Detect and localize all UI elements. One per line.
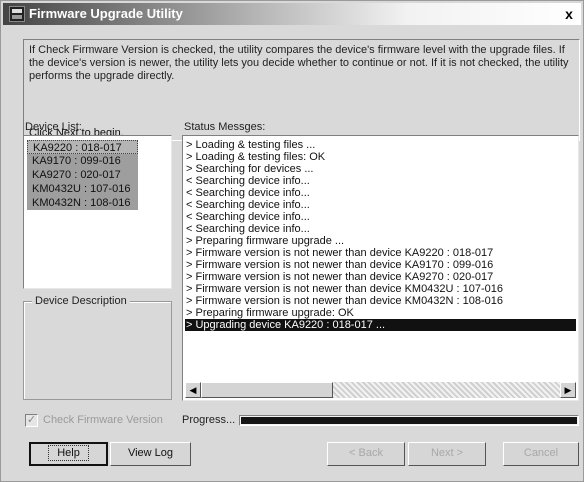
device-list-item[interactable]: KM0432N : 108-016	[27, 196, 138, 210]
horizontal-scrollbar[interactable]: ◀ ▶	[185, 382, 576, 398]
status-message-line[interactable]: > Upgrading device KA9220 : 018-017 ...	[185, 319, 576, 331]
device-list-item[interactable]: KA9220 : 018-017	[27, 140, 138, 154]
status-message-line[interactable]: > Firmware version is not newer than dev…	[185, 295, 576, 307]
status-message-line[interactable]: > Firmware version is not newer than dev…	[185, 259, 576, 271]
device-list-item[interactable]: KA9170 : 099-016	[27, 154, 138, 168]
next-button[interactable]: Next >	[408, 442, 486, 466]
close-button[interactable]: x	[561, 6, 577, 22]
status-message-line[interactable]: > Searching for devices ...	[185, 163, 576, 175]
status-message-line[interactable]: < Searching device info...	[185, 187, 576, 199]
status-message-line[interactable]: < Searching device info...	[185, 175, 576, 187]
device-description-group: Device Description	[23, 295, 172, 400]
status-message-line[interactable]: > Firmware version is not newer than dev…	[185, 247, 576, 259]
info-text: If Check Firmware Version is checked, th…	[29, 44, 569, 82]
firmware-upgrade-window: Firmware Upgrade Utility x If Check Firm…	[0, 0, 584, 482]
status-message-line[interactable]: > Firmware version is not newer than dev…	[185, 271, 576, 283]
help-button-label: Help	[48, 445, 89, 461]
scroll-right-icon[interactable]: ▶	[560, 382, 576, 398]
progress-bar	[239, 415, 579, 426]
device-description-label: Device Description	[32, 295, 130, 307]
check-firmware-version-checkbox: ✓	[25, 414, 38, 427]
cancel-button[interactable]: Cancel	[503, 442, 579, 466]
status-message-line[interactable]: > Loading & testing files: OK	[185, 151, 576, 163]
check-firmware-version-label: Check Firmware Version	[43, 414, 163, 426]
status-message-line[interactable]: > Preparing firmware upgrade ...	[185, 235, 576, 247]
window-title: Firmware Upgrade Utility	[29, 6, 183, 21]
status-message-line[interactable]: > Firmware version is not newer than dev…	[185, 283, 576, 295]
title-bar: Firmware Upgrade Utility x	[3, 3, 581, 25]
device-list-item[interactable]: KA9270 : 020-017	[27, 168, 138, 182]
device-list-item[interactable]: KM0432U : 107-016	[27, 182, 138, 196]
status-message-line[interactable]: < Searching device info...	[185, 223, 576, 235]
device-list-label: Device List:	[25, 121, 82, 133]
status-message-line[interactable]: < Searching device info...	[185, 199, 576, 211]
device-list[interactable]: KA9220 : 018-017 KA9170 : 099-016 KA9270 :…	[23, 135, 172, 289]
progress-label: Progress...	[182, 414, 236, 426]
app-icon	[9, 6, 25, 22]
status-message-line[interactable]: < Searching device info...	[185, 211, 576, 223]
back-button[interactable]: < Back	[327, 442, 405, 466]
status-messages-label: Status Messges:	[184, 121, 266, 133]
scroll-thumb[interactable]	[201, 382, 333, 398]
info-panel: If Check Firmware Version is checked, th…	[23, 39, 580, 141]
status-message-line[interactable]: > Preparing firmware upgrade: OK	[185, 307, 576, 319]
progress-fill	[241, 417, 577, 424]
view-log-button[interactable]: View Log	[110, 442, 191, 466]
scroll-left-icon[interactable]: ◀	[185, 382, 201, 398]
status-message-line[interactable]: > Loading & testing files ...	[185, 139, 576, 151]
status-messages-list[interactable]: > Loading & testing files ... > Loading &…	[182, 135, 579, 401]
help-button[interactable]: Help	[29, 442, 108, 466]
